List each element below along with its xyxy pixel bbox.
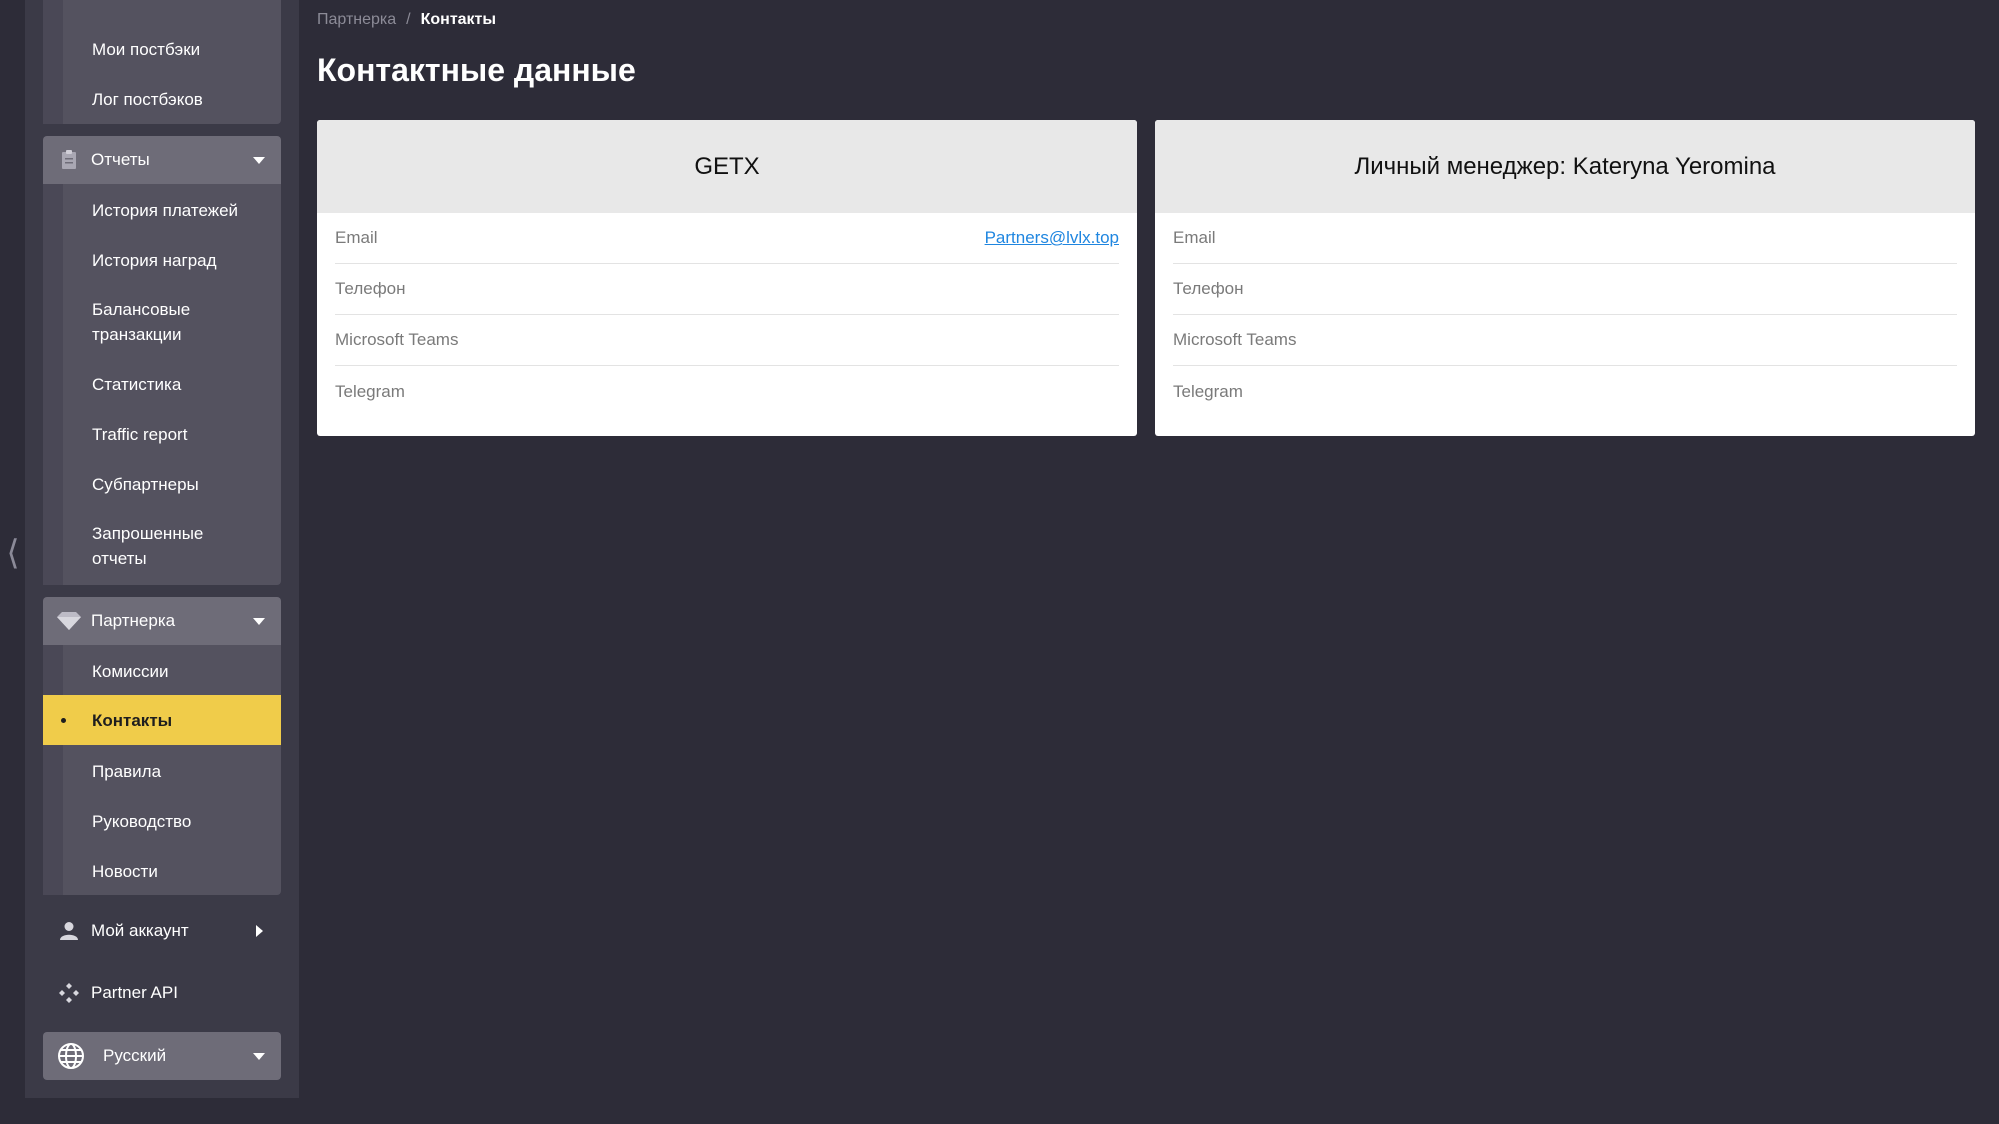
company-contact-card: GETX Email Partners@lvlx.top Телефон Mic… (317, 120, 1137, 436)
sidebar-item-reward-history[interactable]: История наград (43, 246, 281, 274)
row-label: Microsoft Teams (335, 330, 459, 349)
sidebar-item-statistics[interactable]: Статистика (43, 370, 281, 398)
sidebar-item-my-postbacks[interactable]: Мои постбэки (43, 35, 281, 63)
contact-row-email: Email Partners@lvlx.top (335, 213, 1119, 264)
breadcrumb-current: Контакты (420, 11, 497, 28)
contact-row-telegram: Telegram (335, 366, 1119, 417)
sidebar-item-contacts-label: Контакты (92, 710, 173, 730)
sidebar-item-payment-history[interactable]: История платежей (43, 196, 281, 224)
reports-group-label: Отчеты (91, 150, 150, 169)
sidebar-item-commissions[interactable]: Комиссии (43, 657, 281, 685)
contact-row-telegram: Telegram (1173, 366, 1957, 417)
sidebar-item-postback-log[interactable]: Лог постбэков (43, 85, 281, 113)
row-label: Telegram (1173, 381, 1243, 401)
page-title: Контактные данные (317, 52, 636, 88)
card-title: GETX (317, 120, 1137, 213)
row-label: Телефон (1173, 279, 1244, 298)
user-icon (49, 921, 89, 941)
clipboard-icon (49, 150, 89, 170)
contact-row-teams: Microsoft Teams (335, 315, 1119, 366)
sidebar-item-balance-transactions[interactable]: Балансовые транзакции (43, 296, 281, 348)
sidebar-item-partner-api[interactable]: Partner API (43, 971, 281, 1015)
diamond-icon (49, 612, 89, 630)
api-icon (49, 982, 89, 1004)
partner-api-label: Partner API (91, 983, 178, 1002)
sidebar-item-guide[interactable]: Руководство (43, 807, 281, 835)
language-select[interactable]: Русский (43, 1032, 281, 1080)
reports-group-header[interactable]: Отчеты (43, 136, 281, 184)
row-label: Email (335, 228, 378, 247)
chevron-down-icon (253, 1052, 265, 1060)
manager-contact-card: Личный менеджер: Kateryna Yeromina Email… (1155, 120, 1975, 436)
partner-group-label: Партнерка (91, 611, 176, 630)
chevron-down-icon (253, 617, 265, 625)
row-label: Телефон (335, 279, 406, 298)
row-label: Microsoft Teams (1173, 330, 1297, 349)
contact-row-phone: Телефон (1173, 264, 1957, 315)
collapse-sidebar-icon[interactable]: ⟨ (4, 533, 22, 573)
active-dot-icon (61, 718, 66, 723)
contact-row-teams: Microsoft Teams (1173, 315, 1957, 366)
breadcrumb-parent[interactable]: Партнерка (317, 11, 396, 29)
chevron-right-icon (256, 925, 263, 937)
sidebar-item-contacts[interactable]: Контакты (43, 695, 281, 745)
sidebar-item-my-account[interactable]: Мой аккаунт (43, 909, 281, 953)
email-link[interactable]: Partners@lvlx.top (985, 228, 1119, 248)
sidebar-item-subpartners[interactable]: Субпартнеры (43, 470, 281, 498)
language-label: Русский (103, 1046, 167, 1065)
globe-icon (43, 1042, 99, 1070)
sidebar-item-traffic-report[interactable]: Traffic report (43, 420, 281, 448)
contact-row-email: Email (1173, 213, 1957, 264)
breadcrumb-separator: / (406, 11, 411, 28)
contact-row-phone: Телефон (335, 264, 1119, 315)
partner-group-header[interactable]: Партнерка (43, 597, 281, 645)
sidebar-item-news[interactable]: Новости (43, 857, 281, 885)
breadcrumb: Партнерка / Контакты (317, 11, 496, 29)
my-account-label: Мой аккаунт (91, 921, 189, 940)
card-title: Личный менеджер: Kateryna Yeromina (1155, 120, 1975, 213)
sidebar: Мои постбэки Лог постбэков Отчеты Истори… (25, 0, 299, 1098)
row-label: Telegram (335, 381, 405, 401)
sidebar-item-rules[interactable]: Правила (43, 757, 281, 785)
row-label: Email (1173, 228, 1216, 247)
sidebar-item-requested-reports[interactable]: Запрошенные отчеты (43, 520, 281, 572)
chevron-down-icon (253, 156, 265, 164)
